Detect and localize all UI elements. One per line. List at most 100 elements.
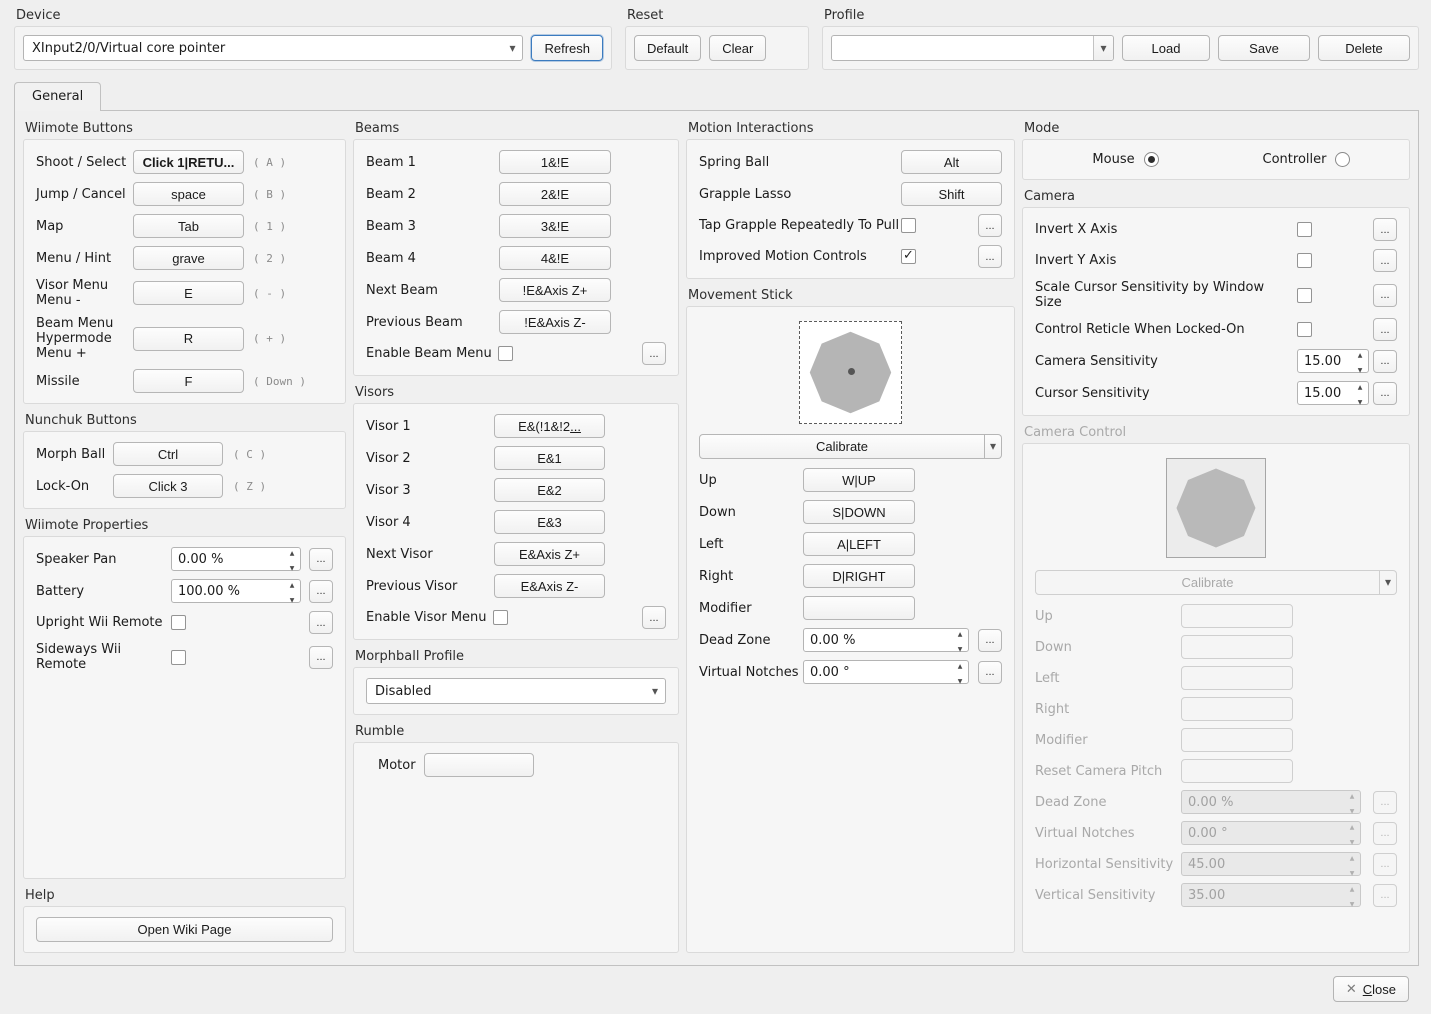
spinner-arrows[interactable]	[284, 580, 300, 602]
scale-cursor-options-button[interactable]: ...	[1373, 284, 1397, 307]
stick-modifier-binding-button[interactable]	[803, 596, 915, 620]
load-button[interactable]: Load	[1122, 35, 1210, 61]
control-reticle-checkbox[interactable]	[1297, 322, 1312, 337]
speaker-pan-options-button[interactable]: ...	[309, 548, 333, 571]
spin-up-icon[interactable]	[958, 625, 963, 640]
morphball-profile-select[interactable]: Disabled	[366, 678, 666, 704]
default-button[interactable]: Default	[634, 35, 701, 61]
visor-1-binding-button[interactable]: E&(!1&!2...	[494, 414, 605, 438]
device-select[interactable]: XInput2/0/Virtual core pointer	[23, 35, 523, 61]
spin-down-icon[interactable]	[1358, 361, 1363, 376]
virtual-notches-spinbox[interactable]: 0.00 °	[803, 660, 969, 684]
spinner-arrows[interactable]	[1352, 382, 1368, 404]
scale-cursor-sensitivity-checkbox[interactable]	[1297, 288, 1312, 303]
visor-4-binding-button[interactable]: E&3	[494, 510, 605, 534]
upright-options-button[interactable]: ...	[309, 611, 333, 634]
spinner-arrows[interactable]	[952, 661, 968, 683]
beam-4-binding-button[interactable]: 4&!E	[499, 246, 611, 270]
lock-on-binding-button[interactable]: Click 3	[113, 474, 223, 498]
stick-down-binding-button[interactable]: S|DOWN	[803, 500, 915, 524]
camera-sensitivity-options-button[interactable]: ...	[1373, 350, 1397, 373]
stick-left-binding-button[interactable]: A|LEFT	[803, 532, 915, 556]
sideways-wii-remote-checkbox[interactable]	[171, 650, 186, 665]
spin-up-icon[interactable]	[1358, 346, 1363, 361]
speaker-pan-spinbox[interactable]: 0.00 %	[171, 547, 301, 571]
mode-mouse-option[interactable]: Mouse	[1035, 152, 1216, 167]
visor-menu-binding-button[interactable]: E	[133, 281, 244, 305]
calibrate-button[interactable]: Calibrate	[699, 434, 985, 459]
stick-right-binding-button[interactable]: D|RIGHT	[803, 564, 915, 588]
morph-ball-binding-button[interactable]: Ctrl	[113, 442, 223, 466]
spinner-arrows[interactable]	[1352, 350, 1368, 372]
invert-y-axis-checkbox[interactable]	[1297, 253, 1312, 268]
clear-button[interactable]: Clear	[709, 35, 766, 61]
jump-cancel-binding-button[interactable]: space	[133, 182, 244, 206]
shoot-select-binding-button[interactable]: Click 1|RETU...	[133, 150, 244, 174]
previous-visor-binding-button[interactable]: E&Axis Z-	[494, 574, 605, 598]
beam-2-binding-button[interactable]: 2&!E	[499, 182, 611, 206]
spinner-arrows[interactable]	[284, 548, 300, 570]
spin-up-icon[interactable]	[958, 657, 963, 672]
mouse-radio[interactable]	[1144, 152, 1159, 167]
battery-options-button[interactable]: ...	[309, 580, 333, 603]
beam-menu-binding-button[interactable]: R	[133, 327, 244, 351]
dead-zone-options-button[interactable]: ...	[978, 629, 1002, 652]
stick-up-binding-button[interactable]: W|UP	[803, 468, 915, 492]
close-button[interactable]: ✕ Close	[1333, 976, 1409, 1002]
previous-beam-binding-button[interactable]: !E&Axis Z-	[499, 310, 611, 334]
spin-down-icon[interactable]	[958, 640, 963, 655]
control-reticle-options-button[interactable]: ...	[1373, 318, 1397, 341]
sideways-options-button[interactable]: ...	[309, 646, 333, 669]
beam-3-row: Beam 3 3&!E	[366, 214, 666, 238]
spinner-arrows[interactable]	[952, 629, 968, 651]
grapple-lasso-binding-button[interactable]: Shift	[901, 182, 1002, 206]
open-wiki-page-button[interactable]: Open Wiki Page	[36, 917, 333, 942]
tap-grapple-options-button[interactable]: ...	[978, 214, 1002, 237]
spin-down-icon[interactable]	[1358, 393, 1363, 408]
spin-down-icon[interactable]	[290, 591, 295, 606]
next-beam-binding-button[interactable]: !E&Axis Z+	[499, 278, 611, 302]
enable-visor-menu-checkbox[interactable]	[493, 610, 508, 625]
spin-up-icon[interactable]	[290, 544, 295, 559]
missile-binding-button[interactable]: F	[133, 369, 244, 393]
cursor-sensitivity-spinbox[interactable]: 15.00	[1297, 381, 1369, 405]
invert-x-axis-checkbox[interactable]	[1297, 222, 1312, 237]
tab-general[interactable]: General	[14, 82, 101, 111]
dead-zone-spinbox[interactable]: 0.00 %	[803, 628, 969, 652]
mode-controller-option[interactable]: Controller	[1216, 152, 1397, 167]
device-group: Device XInput2/0/Virtual core pointer Re…	[14, 8, 612, 70]
enable-beam-menu-options-button[interactable]: ...	[642, 342, 666, 365]
battery-spinbox[interactable]: 100.00 %	[171, 579, 301, 603]
cursor-sensitivity-options-button[interactable]: ...	[1373, 382, 1397, 405]
refresh-button[interactable]: Refresh	[531, 35, 603, 61]
visor-2-binding-button[interactable]: E&1	[494, 446, 605, 470]
next-visor-binding-button[interactable]: E&Axis Z+	[494, 542, 605, 566]
tap-grapple-checkbox[interactable]	[901, 218, 916, 233]
upright-wii-remote-checkbox[interactable]	[171, 615, 186, 630]
invert-y-axis-options-button[interactable]: ...	[1373, 249, 1397, 272]
menu-hint-binding-button[interactable]: grave	[133, 246, 244, 270]
motor-binding-button[interactable]	[424, 753, 534, 777]
chevron-down-icon[interactable]	[1093, 36, 1113, 60]
beam-1-binding-button[interactable]: 1&!E	[499, 150, 611, 174]
map-binding-button[interactable]: Tab	[133, 214, 244, 238]
spin-down-icon[interactable]	[290, 559, 295, 574]
delete-button[interactable]: Delete	[1318, 35, 1410, 61]
virtual-notches-options-button[interactable]: ...	[978, 661, 1002, 684]
camera-sensitivity-spinbox[interactable]: 15.00	[1297, 349, 1369, 373]
enable-beam-menu-checkbox[interactable]	[498, 346, 513, 361]
enable-visor-menu-options-button[interactable]: ...	[642, 606, 666, 629]
spring-ball-binding-button[interactable]: Alt	[901, 150, 1002, 174]
controller-radio[interactable]	[1335, 152, 1350, 167]
improved-motion-options-button[interactable]: ...	[978, 245, 1002, 268]
profile-combobox[interactable]	[831, 35, 1114, 61]
spin-down-icon[interactable]	[958, 672, 963, 687]
invert-x-axis-options-button[interactable]: ...	[1373, 218, 1397, 241]
visor-3-binding-button[interactable]: E&2	[494, 478, 605, 502]
spin-up-icon[interactable]	[1358, 378, 1363, 393]
spin-up-icon[interactable]	[290, 576, 295, 591]
improved-motion-checkbox[interactable]	[901, 249, 916, 264]
beam-3-binding-button[interactable]: 3&!E	[499, 214, 611, 238]
save-button[interactable]: Save	[1218, 35, 1310, 61]
calibrate-menu-button[interactable]	[985, 434, 1002, 459]
